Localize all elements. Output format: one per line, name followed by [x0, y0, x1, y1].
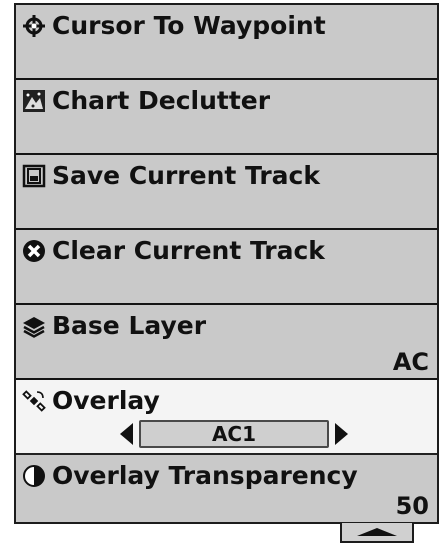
satellite-icon: [22, 389, 46, 413]
chart-declutter-icon: [22, 89, 46, 113]
menu-item-label: Cursor To Waypoint: [52, 11, 326, 40]
menu-item-overlay[interactable]: Overlay AC1: [16, 380, 437, 455]
scroll-up-tab[interactable]: [340, 523, 414, 543]
menu-item-row: Clear Current Track: [22, 236, 325, 265]
menu-item-row: Overlay: [22, 386, 160, 415]
menu-item-row: Save Current Track: [22, 161, 320, 190]
base-layer-value: AC: [392, 348, 429, 376]
menu-item-label: Chart Declutter: [52, 86, 271, 115]
right-arrow-icon[interactable]: [335, 423, 348, 445]
save-track-icon: [22, 164, 46, 188]
menu-item-label: Overlay Transparency: [52, 461, 358, 490]
menu-item-row: Base Layer: [22, 311, 206, 340]
left-arrow-icon[interactable]: [120, 423, 133, 445]
menu-item-row: Cursor To Waypoint: [22, 11, 326, 40]
transparency-icon: [22, 464, 46, 488]
menu-item-label: Clear Current Track: [52, 236, 325, 265]
menu-item-label: Save Current Track: [52, 161, 320, 190]
crosshair-icon: [22, 14, 46, 38]
menu-item-base-layer[interactable]: Base Layer AC: [16, 305, 437, 380]
menu-panel: Cursor To Waypoint Chart Declutter Save …: [14, 3, 439, 524]
menu-item-label: Overlay: [52, 386, 160, 415]
clear-track-icon: [22, 239, 46, 263]
scroll-up-arrow-icon: [357, 528, 397, 536]
menu-item-clear-current-track[interactable]: Clear Current Track: [16, 230, 437, 305]
menu-item-chart-declutter[interactable]: Chart Declutter: [16, 80, 437, 155]
overlay-value[interactable]: AC1: [139, 420, 329, 448]
menu-item-overlay-transparency[interactable]: Overlay Transparency 50: [16, 455, 437, 522]
menu-item-cursor-to-waypoint[interactable]: Cursor To Waypoint: [16, 5, 437, 80]
menu-item-save-current-track[interactable]: Save Current Track: [16, 155, 437, 230]
layers-icon: [22, 314, 46, 338]
menu-item-row: Chart Declutter: [22, 86, 270, 115]
menu-item-row: Overlay Transparency: [22, 461, 358, 490]
menu-item-label: Base Layer: [52, 311, 207, 340]
overlay-selector: AC1: [120, 420, 348, 448]
overlay-transparency-value: 50: [395, 492, 429, 520]
